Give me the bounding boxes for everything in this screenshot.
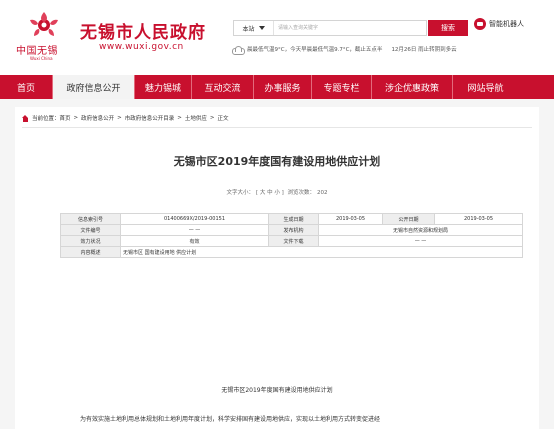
table-label: 文件编号 [60,224,121,236]
site-header: 中国无锡 Wuxi China 无锡市人民政府 www.wuxi.gov.cn … [0,0,554,72]
table-value: 2019-03-05 [434,213,523,225]
nav-item-interaction[interactable]: 互动交流 [192,75,253,99]
views-count: 202 [317,190,328,196]
table-label: 发布机构 [268,224,319,236]
article-meta: 文字大小：[ 大 中 小 ] 浏览次数： 202 [0,188,554,196]
robot-icon [474,18,486,30]
breadcrumb-item-land-supply[interactable]: 土地供应 [185,114,207,122]
search-scope-select[interactable]: 本站 [234,21,274,35]
table-row: 效力状况 有效 文件下载 — — [60,235,523,247]
site-title[interactable]: 无锡市人民政府 [80,18,206,43]
body-heading: 无锡市区2019年度国有建设用地供应计划 [221,387,333,394]
main-nav: 首页 政府信息公开 魅力锡城 互动交流 办事服务 专题专栏 涉企优惠政策 网站导… [0,75,554,99]
nav-item-home[interactable]: 首页 [0,75,52,99]
nav-item-charm[interactable]: 魅力锡城 [135,75,191,99]
nav-item-services[interactable]: 办事服务 [254,75,311,99]
table-value: 2019-03-05 [318,213,383,225]
weather-text: 晨最低气温9°C，今天早晨最低气温9.7°C，截止五点半 [247,47,383,53]
table-label: 生成日期 [268,213,319,225]
table-value: 无锡市自然资源和规划局 [318,224,523,236]
logo-text: 中国无锡 [16,46,58,57]
table-value[interactable]: — — [318,235,523,247]
breadcrumb-prefix: 当前位置： [32,116,60,122]
breadcrumb-item-current: 正文 [217,116,229,122]
breadcrumb-item-home[interactable]: 首页 [60,114,71,122]
info-table: 信息索引号 01400669X/2019-00151 生成日期 2019-03-… [60,213,523,258]
cloud-icon [232,45,245,55]
nav-item-sitemap[interactable]: 网站导航 [453,75,518,99]
search-box: 本站 [233,20,427,36]
nav-item-topics[interactable]: 专题专栏 [312,75,371,99]
table-value: — — [120,224,269,236]
table-value: 有效 [120,235,269,247]
robot-label: 智能机器人 [489,20,524,28]
nav-item-gov-info[interactable]: 政府信息公开 [53,75,134,99]
breadcrumb-separator: > [73,115,79,121]
table-row: 内容概述 无锡市区 国有建设用地 供应计划 [60,246,523,258]
home-icon [22,114,29,122]
logo-text-en: Wuxi China [30,56,53,61]
search-input[interactable] [274,21,426,35]
breadcrumb-separator: > [209,115,215,121]
table-row: 信息索引号 01400669X/2019-00151 生成日期 2019-03-… [60,213,523,225]
font-size-options[interactable]: [ 大 中 小 ] [256,190,284,196]
search-button[interactable]: 搜索 [428,20,468,36]
table-label: 文件下载 [268,235,319,247]
breadcrumb-separator: > [177,115,182,121]
body-paragraph: 为有效实施土地利用总体规划和土地利用年度计划，科学安排国有建设用地供应，实现以土… [80,416,381,423]
weather-bar: 晨最低气温9°C，今天早晨最低气温9.7°C，截止五点半 12月26日 雨止转阴… [232,45,457,55]
article-title: 无锡市区2019年度国有建设用地供应计划 [173,155,381,168]
views-label: 浏览次数： [287,190,316,196]
chevron-down-icon [258,26,265,30]
table-row: 文件编号 — — 发布机构 无锡市自然资源和规划局 [60,224,523,236]
breadcrumb: 当前位置： 首页 > 政府信息公开 > 市政府信息公开目录 > 土地供应 > 正… [22,114,229,122]
breadcrumb-separator: > [117,115,122,121]
table-label: 信息索引号 [60,213,121,225]
table-label: 内容概述 [60,246,121,258]
search-scope-label: 本站 [242,25,255,33]
site-url: www.wuxi.gov.cn [99,42,184,52]
weather-date: 12月26日 雨止转阴到多云 [391,47,457,53]
table-label: 效力状况 [60,235,121,247]
nav-item-enterprise-policy[interactable]: 涉企优惠政策 [372,75,452,99]
table-label: 公开日期 [382,213,435,225]
breadcrumb-item-catalog[interactable]: 市政府信息公开目录 [125,114,175,122]
smart-robot-link[interactable]: 智能机器人 [474,18,524,30]
wuxi-logo-icon[interactable] [22,10,66,40]
breadcrumb-item-gov-info[interactable]: 政府信息公开 [81,114,114,122]
breadcrumb-divider [22,127,532,128]
table-value: 01400669X/2019-00151 [120,213,269,225]
font-size-label: 文字大小： [226,190,254,196]
table-value: 无锡市区 国有建设用地 供应计划 [120,246,523,258]
